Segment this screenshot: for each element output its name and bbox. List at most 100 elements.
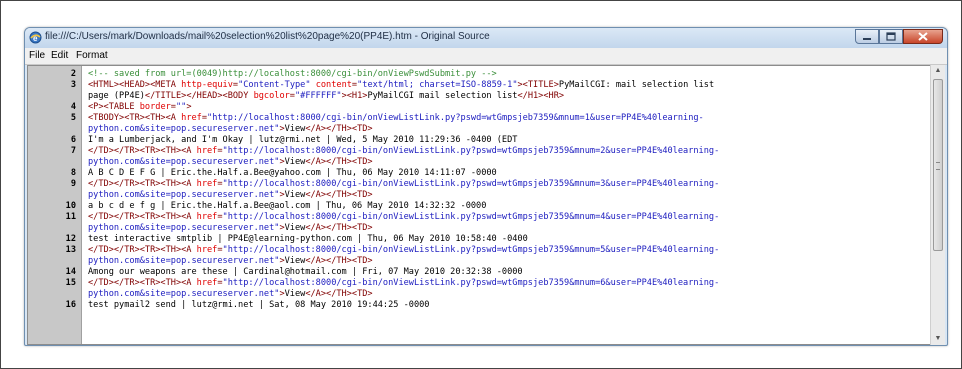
- menu-file[interactable]: File: [29, 50, 45, 61]
- scroll-up-arrow-icon[interactable]: ▲: [932, 65, 944, 77]
- code-token: <HTML><HEAD><META: [88, 80, 182, 90]
- code-token: </A></TH><TD>: [305, 289, 373, 299]
- window-title: file:///C:/Users/mark/Downloads/mail%20s…: [45, 31, 490, 42]
- maximize-button[interactable]: [879, 29, 903, 44]
- line-text: python.com&site=pop.secureserver.net">Vi…: [88, 190, 373, 201]
- code-token: ><TITLE>: [517, 80, 559, 90]
- code-token: <TBODY><TR><TH><A: [88, 113, 182, 123]
- line-text: python.com&site=pop.secureserver.net">Vi…: [88, 157, 373, 168]
- line-number: 15: [65, 278, 76, 288]
- code-token: A B C D E F G | Eric.the.Half.a.Bee@yaho…: [88, 168, 497, 178]
- code-token: python.com&site=pop.secureserver.net": [88, 190, 280, 200]
- code-token: PyMailCGI: mail selection list: [558, 80, 715, 90]
- source-code: 2 <!-- saved from url=(0049)http://localh…: [28, 69, 931, 311]
- source-line: python.com&site=pop.secureserver.net">Vi…: [28, 124, 931, 135]
- line-number: 16: [65, 300, 76, 310]
- source-content[interactable]: 2 <!-- saved from url=(0049)http://localh…: [27, 65, 932, 345]
- code-token: View: [284, 223, 306, 233]
- code-token: content: [315, 80, 352, 90]
- code-token: I'm a Lumberjack, and I'm Okay | lutz@rm…: [88, 135, 518, 145]
- line-number: 14: [65, 267, 76, 277]
- code-token: </A></TH><TD>: [305, 223, 373, 233]
- code-token: "http://localhost:8000/cgi-bin/onViewLis…: [222, 179, 720, 189]
- source-line: 9 </TD></TR><TR><TH><A href="http://local…: [28, 179, 931, 190]
- code-token: <!-- saved from url=(0049)http://localho…: [88, 69, 497, 79]
- line-text: <HTML><HEAD><META http-equiv="Content-Ty…: [88, 80, 714, 91]
- line-text: a b c d e f g | Eric.the.Half.a.Bee@aol.…: [88, 201, 486, 212]
- menu-format[interactable]: Format: [76, 50, 108, 61]
- line-text: <TBODY><TR><TH><A href="http://localhost…: [88, 113, 704, 124]
- code-token: "http://localhost:8000/cgi-bin/onViewLis…: [207, 113, 704, 123]
- line-number: 7: [70, 146, 76, 156]
- source-line: 15 </TD></TR><TR><TH><A href="http://loca…: [28, 278, 931, 289]
- source-line: 6 I'm a Lumberjack, and I'm Okay | lutz@r…: [28, 135, 931, 146]
- line-text: </TD></TR><TR><TH><A href="http://localh…: [88, 146, 719, 157]
- line-number: 9: [70, 179, 76, 189]
- source-line: 10 a b c d e f g | Eric.the.Half.a.Bee@ao…: [28, 201, 931, 212]
- code-token: </A></TH><TD>: [305, 124, 373, 134]
- code-token: <P><TABLE: [88, 102, 140, 112]
- code-token: View: [284, 256, 306, 266]
- scroll-down-arrow-icon[interactable]: ▼: [932, 333, 944, 345]
- line-text: </TD></TR><TR><TH><A href="http://localh…: [88, 278, 719, 289]
- line-text: </TD></TR><TR><TH><A href="http://localh…: [88, 179, 719, 190]
- close-button[interactable]: [903, 29, 943, 44]
- window-controls: [855, 29, 943, 45]
- source-line: 12 test interactive smtplib | PP4E@learni…: [28, 234, 931, 245]
- scrollbar-thumb[interactable]: [933, 79, 943, 251]
- source-line: 16 test pymail2 send | lutz@rmi.net | Sat…: [28, 300, 931, 311]
- title-bar[interactable]: e file:///C:/Users/mark/Downloads/mail%2…: [25, 28, 947, 48]
- code-token: bgcolor: [253, 91, 290, 101]
- code-token: href: [196, 212, 218, 222]
- code-token: python.com&site=pop.secureserver.net": [88, 124, 280, 134]
- source-line: 4 <P><TABLE border="">: [28, 102, 931, 113]
- source-line: 8 A B C D E F G | Eric.the.Half.a.Bee@yah…: [28, 168, 931, 179]
- code-token: >: [186, 102, 192, 112]
- line-text: Among our weapons are these | Cardinal@h…: [88, 267, 523, 278]
- source-line: 2 <!-- saved from url=(0049)http://localh…: [28, 69, 931, 80]
- line-number: 3: [70, 80, 76, 90]
- code-token: </TITLE></HEAD><BODY: [144, 91, 254, 101]
- line-number: 13: [65, 245, 76, 255]
- svg-text:e: e: [33, 34, 38, 43]
- code-token: href: [196, 245, 218, 255]
- code-token: href: [196, 179, 218, 189]
- code-token: test pymail2 send | lutz@rmi.net | Sat, …: [88, 300, 430, 310]
- code-token: href: [181, 113, 202, 123]
- line-text: </TD></TR><TR><TH><A href="http://localh…: [88, 245, 719, 256]
- line-text: python.com&site=pop.secureserver.net">Vi…: [88, 223, 373, 234]
- line-text: </TD></TR><TR><TH><A href="http://localh…: [88, 212, 719, 223]
- code-token: </A></TH><TD>: [305, 157, 373, 167]
- code-token: test interactive smtplib | PP4E@learning…: [88, 234, 528, 244]
- code-token: "Content-Type": [238, 80, 311, 90]
- line-number: 5: [70, 113, 76, 123]
- line-number: 11: [65, 212, 76, 222]
- line-text: python.com&site=pop.secureserver.net">Vi…: [88, 124, 373, 135]
- menu-edit[interactable]: Edit: [51, 50, 68, 61]
- source-line: 3 <HTML><HEAD><META http-equiv="Content-T…: [28, 80, 931, 91]
- code-token: View: [284, 157, 306, 167]
- line-number: 10: [65, 201, 76, 211]
- vertical-scrollbar[interactable]: ▲ ▼: [930, 65, 945, 345]
- code-token: href: [196, 146, 218, 156]
- line-text: test pymail2 send | lutz@rmi.net | Sat, …: [88, 300, 429, 311]
- scrollbar-grip-icon: [936, 162, 940, 170]
- code-token: "": [175, 102, 187, 112]
- code-token: </A></TH><TD>: [305, 256, 373, 266]
- source-line: page (PP4E)</TITLE></HEAD><BODY bgcolor=…: [28, 91, 931, 102]
- source-line: 11 </TD></TR><TR><TH><A href="http://loca…: [28, 212, 931, 223]
- source-line: python.com&site=pop.secureserver.net">Vi…: [28, 256, 931, 267]
- source-line: python.com&site=pop.secureserver.net">Vi…: [28, 157, 931, 168]
- line-text: A B C D E F G | Eric.the.Half.a.Bee@yaho…: [88, 168, 497, 179]
- source-line: python.com&site=pop.secureserver.net">Vi…: [28, 190, 931, 201]
- code-token: </TD></TR><TR><TH><A: [88, 146, 197, 156]
- code-token: page (PP4E): [88, 91, 145, 101]
- minimize-icon: [863, 38, 871, 40]
- code-token: Among our weapons are these | Cardinal@h…: [88, 267, 523, 277]
- source-line: python.com&site=pop.secureserver.net">Vi…: [28, 289, 931, 300]
- code-token: View: [284, 289, 306, 299]
- source-line: 14 Among our weapons are these | Cardinal…: [28, 267, 931, 278]
- line-text: test interactive smtplib | PP4E@learning…: [88, 234, 528, 245]
- minimize-button[interactable]: [855, 29, 879, 44]
- code-token: View: [284, 124, 306, 134]
